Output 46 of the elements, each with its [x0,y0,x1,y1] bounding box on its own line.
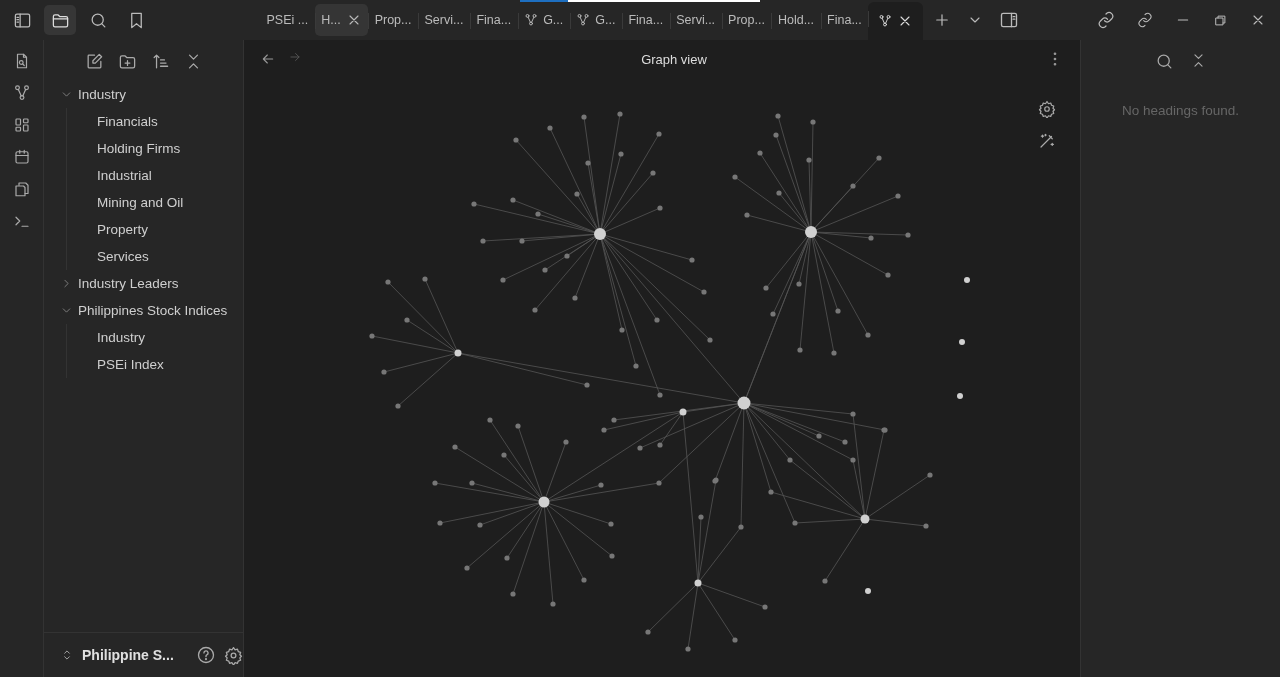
help-icon[interactable] [195,645,216,665]
folder-item[interactable]: Industry Leaders [44,270,243,297]
folder-item[interactable]: Industry [44,81,243,108]
grid-icon[interactable] [12,116,31,134]
link-icon[interactable] [1097,11,1115,29]
file-item[interactable]: Financials [45,108,243,135]
graph-icon[interactable] [12,84,31,102]
sort-icon[interactable] [150,52,170,71]
view-title: Graph view [640,51,708,67]
link-icon[interactable] [1137,12,1153,28]
tab[interactable]: G... [517,4,570,36]
file-item[interactable]: Mining and Oil [45,189,243,216]
tab[interactable]: Fina... [820,4,869,36]
file-item[interactable]: Property [45,216,243,243]
tab[interactable] [868,2,924,40]
folder-item[interactable]: Philippines Stock Indices [44,297,243,324]
graph-icon [524,13,539,27]
split-panel-icon[interactable] [999,10,1020,30]
tab[interactable]: G... [569,4,622,36]
graph-icon [576,13,591,27]
file-item[interactable]: Industrial [45,162,243,189]
tab[interactable]: Servi... [669,4,722,36]
new-folder-icon[interactable] [117,52,137,71]
tab[interactable]: Fina... [469,4,518,36]
wand-icon[interactable] [1038,132,1056,150]
tab[interactable]: Prop... [368,4,418,36]
copy-icon[interactable] [12,180,31,198]
tab[interactable]: Prop... [721,4,772,36]
restore-icon[interactable] [1213,12,1228,28]
tab[interactable]: Fina... [621,4,670,36]
tab[interactable]: Hold... [771,4,821,36]
file-item[interactable]: Services [45,243,243,270]
settings-icon[interactable] [223,645,243,665]
graph-icon [878,14,893,28]
file-item[interactable]: PSEi Index [45,351,243,378]
tab[interactable]: Servi... [417,4,470,36]
sidebar-tab[interactable] [44,5,76,35]
calendar-icon[interactable] [12,148,31,166]
tab[interactable]: H... [314,4,369,36]
back-arrow-icon[interactable] [260,51,276,67]
settings-icon[interactable] [1038,100,1056,118]
empty-message: No headings found. [1120,103,1241,118]
file-item[interactable]: Holding Firms [45,135,243,162]
tab[interactable]: PSEi ... [260,4,315,36]
vault-name[interactable]: Philippine S... [82,647,174,663]
file-item[interactable]: Industry [45,324,243,351]
